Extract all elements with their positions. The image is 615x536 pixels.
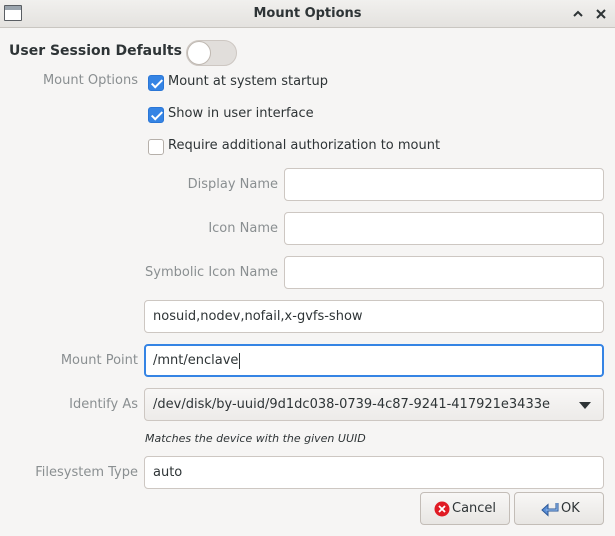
symbolic-icon-name-label: Symbolic Icon Name: [145, 265, 278, 280]
chevron-up-icon[interactable]: [568, 4, 588, 24]
switch-knob: [187, 41, 211, 65]
window-title: Mount Options: [253, 6, 362, 21]
cancel-label: Cancel: [452, 501, 497, 516]
display-name-label: Display Name: [187, 177, 278, 192]
checkbox-checked-icon[interactable]: [148, 75, 164, 91]
checkbox-label: Mount at system startup: [168, 74, 328, 89]
symbolic-icon-name-input[interactable]: [284, 256, 604, 289]
identify-as-hint: Matches the device with the given UUID: [145, 432, 366, 445]
title-bar: Mount Options: [0, 0, 615, 28]
mount-options-label: Mount Options: [42, 73, 138, 88]
checkbox-label: Show in user interface: [168, 106, 314, 121]
close-icon[interactable]: [591, 4, 611, 24]
display-name-input[interactable]: [284, 168, 604, 201]
cancel-icon: [434, 501, 450, 517]
ok-label: OK: [561, 501, 580, 516]
mount-point-value: /mnt/enclave: [153, 353, 239, 368]
user-session-defaults-switch[interactable]: [186, 40, 237, 66]
icon-name-label: Icon Name: [208, 221, 278, 236]
mount-options-input[interactable]: nosuid,nodev,nofail,x-gvfs-show: [144, 300, 604, 333]
filesystem-type-label: Filesystem Type: [35, 465, 138, 480]
mount-point-label: Mount Point: [60, 353, 138, 368]
checkbox-label: Require additional authorization to moun…: [168, 138, 441, 153]
identify-as-label: Identify As: [69, 397, 138, 412]
icon-name-input[interactable]: [284, 212, 604, 245]
user-session-defaults-label: User Session Defaults: [9, 43, 182, 59]
text-caret: [239, 352, 241, 369]
filesystem-type-input[interactable]: auto: [144, 456, 604, 489]
identify-as-value: /dev/disk/by-uuid/9d1dc038-0739-4c87-924…: [153, 397, 550, 412]
checkbox-unchecked-icon[interactable]: [148, 139, 164, 155]
enter-arrow-icon: [541, 503, 559, 517]
identify-as-dropdown[interactable]: /dev/disk/by-uuid/9d1dc038-0739-4c87-924…: [144, 388, 604, 421]
mount-point-input[interactable]: /mnt/enclave: [144, 344, 604, 377]
dropdown-arrow-icon: [579, 402, 591, 409]
ok-button[interactable]: OK: [514, 492, 604, 525]
cancel-button[interactable]: Cancel: [420, 492, 510, 525]
checkbox-checked-icon[interactable]: [148, 107, 164, 123]
